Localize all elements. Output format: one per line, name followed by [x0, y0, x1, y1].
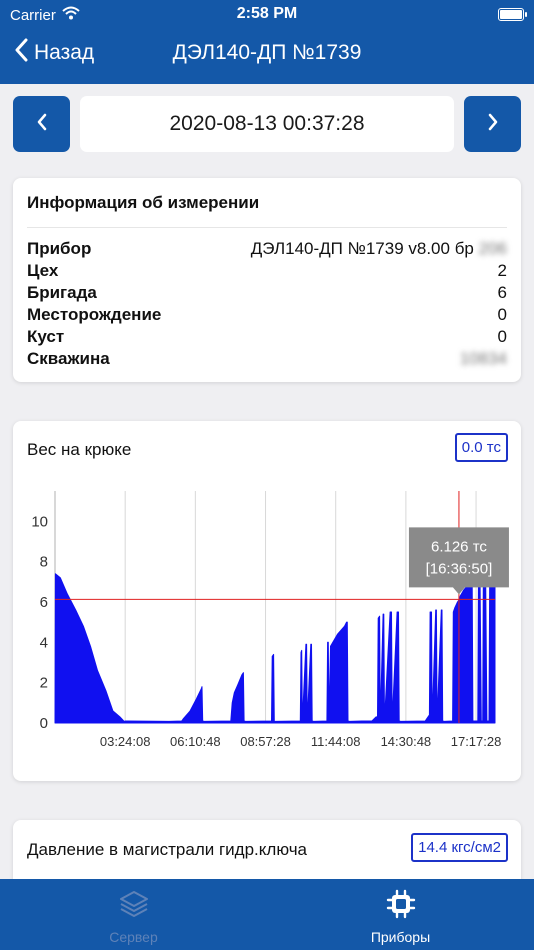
nav-bar: Назад ДЭЛ140-ДП №1739	[0, 30, 534, 84]
info-row-pad: Куст 0	[27, 326, 507, 348]
status-bar: Carrier 2:58 PM	[0, 0, 534, 30]
info-key: Месторождение	[27, 305, 162, 324]
card-title: Давление в магистрали гидр.ключа	[27, 840, 308, 859]
divider	[27, 227, 507, 228]
x-tick-label: 11:44:08	[311, 734, 361, 749]
y-tick-label: 10	[31, 513, 48, 530]
x-tick-label: 06:10:48	[170, 734, 221, 749]
date-display[interactable]: 2020-08-13 00:37:28	[80, 96, 454, 152]
info-row-workshop: Цех 2	[27, 260, 507, 282]
info-row-well: Скважина 10834	[27, 348, 507, 370]
hook-weight-card: Вес на крюке 0.0 тс 0 2 4 6 8 10 03:24:08 06:10…	[13, 421, 521, 781]
tooltip-time: [16:36:50]	[426, 560, 493, 577]
info-value: 2	[497, 261, 507, 280]
tab-bar: Сервер Приборы	[0, 879, 534, 950]
y-tick-label: 0	[40, 715, 48, 732]
tab-label: Сервер	[109, 929, 158, 945]
info-key: Прибор	[27, 239, 92, 258]
y-tick-label: 2	[40, 675, 48, 692]
x-tick-label: 14:30:48	[381, 734, 432, 749]
chip-icon	[386, 889, 416, 924]
page-title: ДЭЛ140-ДП №1739	[172, 41, 362, 64]
x-tick-label: 03:24:08	[100, 734, 151, 749]
measurement-info-card: Информация об измерении Прибор ДЭЛ140-ДП…	[13, 178, 521, 382]
y-tick-label: 4	[40, 634, 48, 651]
app-header: Carrier 2:58 PM Назад ДЭЛ140-ДП №1739	[0, 0, 534, 84]
tab-label: Приборы	[370, 929, 431, 945]
status-time: 2:58 PM	[236, 5, 298, 22]
tooltip-value: 6.126 тс	[431, 538, 487, 555]
tab-server[interactable]: Сервер	[0, 879, 267, 950]
y-tick-label: 6	[40, 594, 48, 611]
previous-date-button[interactable]	[13, 96, 70, 152]
chevron-right-icon	[487, 113, 499, 136]
x-tick-label: 17:17:28	[451, 734, 502, 749]
x-tick-label: 08:57:28	[240, 734, 291, 749]
blurred-value: 206	[478, 239, 507, 258]
info-list: Прибор ДЭЛ140-ДП №1739 v8.00 бр 206 Цех …	[27, 238, 507, 370]
layers-icon	[119, 889, 149, 924]
hook-weight-chart[interactable]: 0 2 4 6 8 10 03:24:08 06:10:48 08:57:28 11:44:08 1…	[13, 481, 521, 777]
info-key: Скважина	[27, 349, 110, 368]
battery-icon	[498, 8, 527, 21]
current-value-badge: 0.0 тс	[454, 433, 508, 462]
chevron-left-icon	[36, 113, 48, 136]
info-value: 0	[497, 327, 507, 346]
info-value: 6	[497, 283, 507, 302]
info-value: ДЭЛ140-ДП №1739 v8.00 бр 206	[250, 239, 507, 258]
info-row-device: Прибор ДЭЛ140-ДП №1739 v8.00 бр 206	[27, 238, 507, 260]
card-title: Информация об измерении	[27, 193, 260, 212]
blurred-value: 10834	[459, 349, 507, 368]
y-tick-label: 8	[40, 554, 48, 571]
date-selector: 2020-08-13 00:37:28	[13, 96, 521, 152]
info-row-brigade: Бригада 6	[27, 282, 507, 304]
card-title: Вес на крюке	[27, 440, 132, 459]
next-date-button[interactable]	[464, 96, 521, 152]
info-key: Цех	[27, 261, 59, 280]
info-key: Куст	[27, 327, 65, 346]
info-row-field: Месторождение 0	[27, 304, 507, 326]
current-value-badge: 14.4 кгс/см2	[411, 833, 508, 862]
info-value: 0	[497, 305, 507, 324]
info-key: Бригада	[27, 283, 97, 302]
tab-devices[interactable]: Приборы	[267, 879, 534, 950]
